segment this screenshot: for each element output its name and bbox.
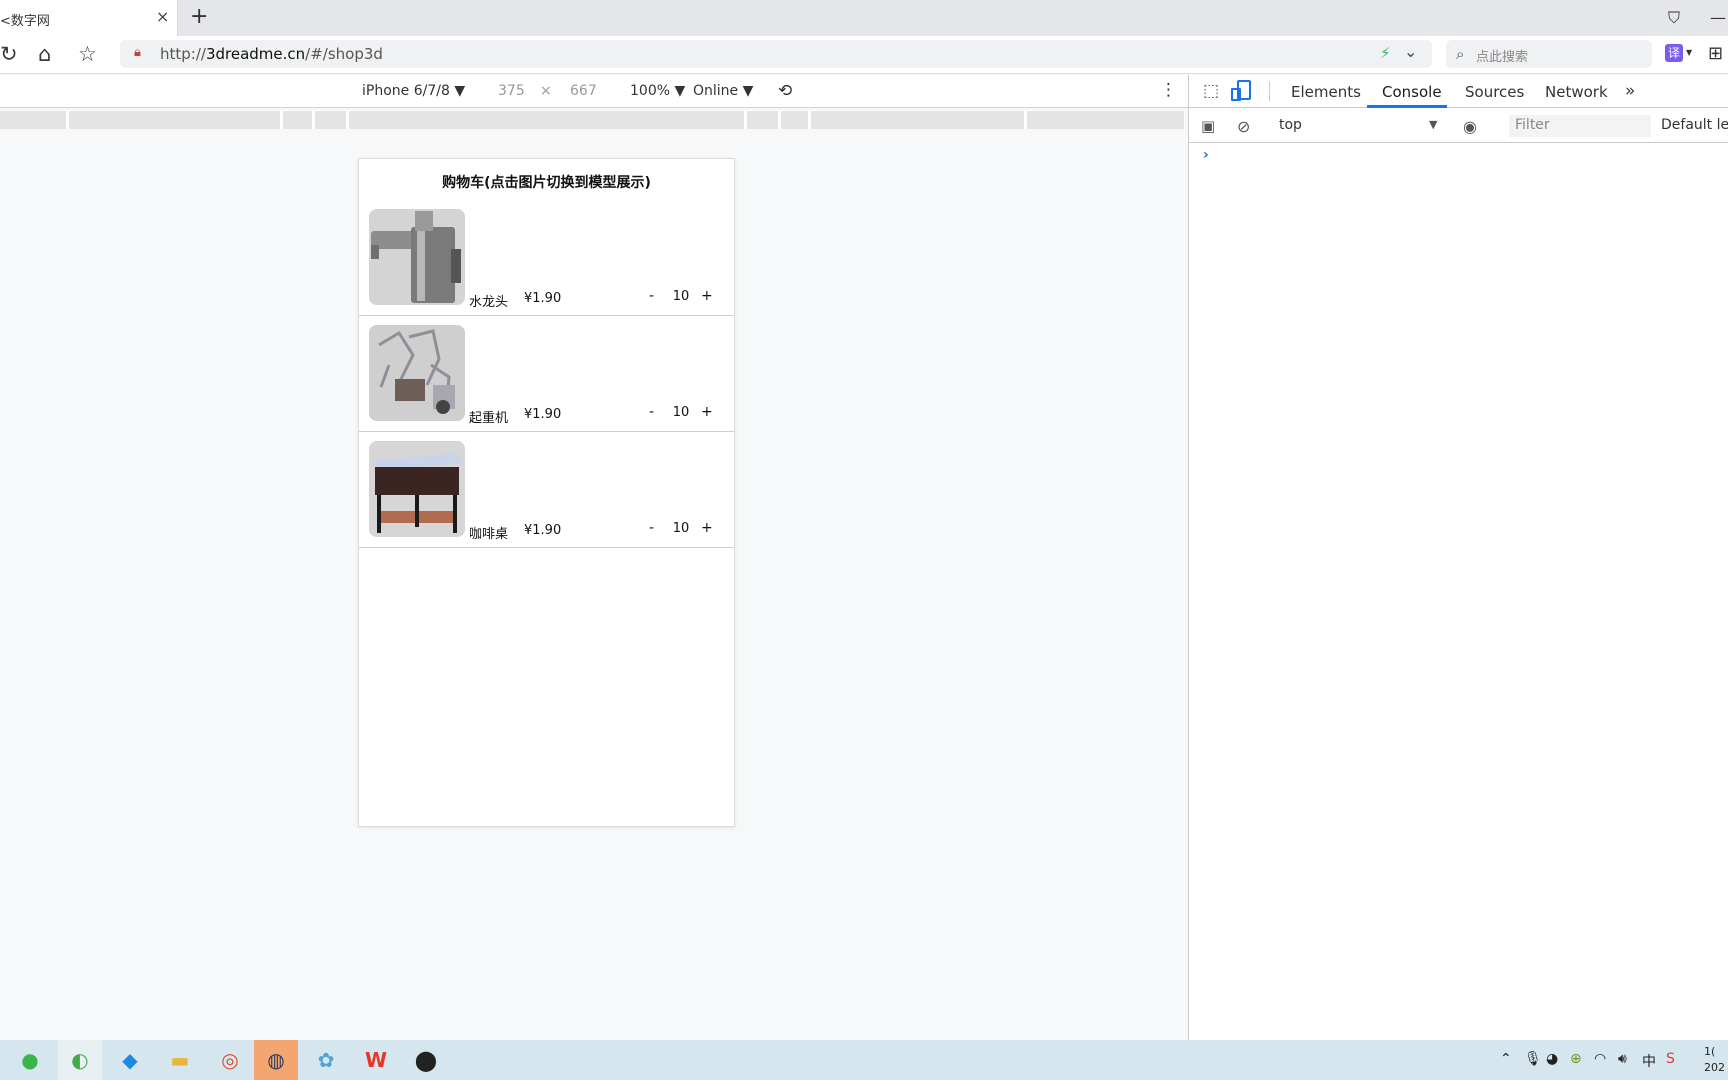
item-price: ¥1.90 xyxy=(524,291,562,306)
clock[interactable]: 1( 202 xyxy=(1704,1044,1725,1076)
apps-grid-icon[interactable]: ⊞ xyxy=(1708,43,1723,64)
quantity-value: 10 xyxy=(672,521,690,536)
inspect-element-icon[interactable]: ⬚ xyxy=(1203,81,1219,101)
filter-input[interactable]: Filter xyxy=(1509,115,1651,137)
tab-sources[interactable]: Sources xyxy=(1465,83,1524,101)
insecure-icon[interactable]: 🔒︎ xyxy=(134,45,141,60)
item-price: ¥1.90 xyxy=(524,523,562,538)
context-caret-icon[interactable]: ▼ xyxy=(1429,118,1437,131)
caret-down-icon[interactable]: ▼ xyxy=(1686,48,1692,57)
decrease-quantity-button[interactable]: - xyxy=(649,404,654,420)
tab-network[interactable]: Network xyxy=(1545,83,1608,101)
increase-quantity-button[interactable]: + xyxy=(701,520,713,536)
device-viewport: 购物车(点击图片切换到模型展示) 水龙头 ¥1.90 - 10 + 起重机 ¥1… xyxy=(358,158,735,827)
folder-icon[interactable]: ▬ xyxy=(158,1040,202,1080)
clear-console-icon[interactable]: ⊘ xyxy=(1237,117,1250,136)
devtools-tabbar: ⬚ Elements Console Sources Network » xyxy=(1189,75,1728,108)
navigation-bar: ↻ ⌂ ☆ 🔒︎ http://3dreadme.cn/#/shop3d ⚡ ⌄… xyxy=(0,36,1728,74)
more-tabs-icon[interactable]: » xyxy=(1625,81,1635,101)
star-icon[interactable]: ☆ xyxy=(78,42,97,66)
chevron-down-icon[interactable]: ⌄ xyxy=(1404,42,1417,61)
microphone-icon[interactable]: 🎙︎ xyxy=(1524,1051,1542,1067)
qq-icon[interactable]: ◕ xyxy=(1546,1051,1558,1067)
snail-app-icon[interactable]: ◎ xyxy=(208,1040,252,1080)
dimension-separator: × xyxy=(540,83,552,99)
coffee-table-image[interactable] xyxy=(369,441,465,537)
divider xyxy=(1269,81,1270,101)
recorder-icon[interactable]: ⬤ xyxy=(404,1040,448,1080)
home-icon[interactable]: ⌂ xyxy=(38,42,51,66)
close-tab-icon[interactable]: × xyxy=(156,7,169,26)
item-name: 咖啡桌 xyxy=(469,527,509,542)
shirt-icon[interactable]: ⛉ xyxy=(1668,8,1680,28)
increase-quantity-button[interactable]: + xyxy=(701,288,713,304)
sogou-icon[interactable]: S xyxy=(1666,1051,1675,1067)
quantity-value: 10 xyxy=(672,289,690,304)
cart-item: 起重机 ¥1.90 - 10 + xyxy=(359,316,734,432)
filter-placeholder: Filter xyxy=(1515,117,1550,133)
decrease-quantity-button[interactable]: - xyxy=(649,520,654,536)
reload-icon[interactable]: ↻ xyxy=(0,42,18,66)
wifi-icon[interactable]: ◠ xyxy=(1594,1051,1606,1067)
media-query-ruler[interactable] xyxy=(0,111,1184,129)
clock-date: 202 xyxy=(1704,1061,1725,1074)
item-name: 水龙头 xyxy=(469,295,509,310)
url-text[interactable]: http://3dreadme.cn/#/shop3d xyxy=(160,45,383,63)
network-select[interactable]: Online ▼ xyxy=(693,83,753,99)
device-toggle-icon[interactable] xyxy=(1231,80,1251,101)
active-app-icon[interactable]: ◍ xyxy=(254,1040,298,1080)
device-select[interactable]: iPhone 6/7/8 ▼ xyxy=(362,83,465,99)
browser-tab[interactable]: <数字网 × xyxy=(0,0,178,36)
item-price: ¥1.90 xyxy=(524,407,562,422)
tab-console[interactable]: Console xyxy=(1382,83,1442,101)
viewport-height[interactable]: 667 xyxy=(570,83,597,99)
browser-app-icon[interactable]: ◐ xyxy=(58,1040,102,1080)
minimize-icon[interactable]: — xyxy=(1710,8,1726,27)
devtools-panel: ⬚ Elements Console Sources Network » ▣ ⊘… xyxy=(1188,75,1728,1040)
tab-title: <数字网 xyxy=(0,14,50,29)
faucet-image[interactable] xyxy=(369,209,465,305)
quantity-value: 10 xyxy=(672,405,690,420)
device-toolbar: iPhone 6/7/8 ▼ 375 × 667 100% ▼ Online ▼… xyxy=(0,75,1188,108)
active-tab-indicator xyxy=(1367,105,1447,108)
search-box[interactable]: ⌕ 点此搜索 xyxy=(1446,40,1652,68)
lightning-icon[interactable]: ⚡ xyxy=(1380,44,1391,62)
cart-item: 水龙头 ¥1.90 - 10 + xyxy=(359,200,734,316)
increase-quantity-button[interactable]: + xyxy=(701,404,713,420)
cart-title: 购物车(点击图片切换到模型展示) xyxy=(442,175,651,191)
eye-icon[interactable]: ◉ xyxy=(1463,117,1477,136)
translate-icon[interactable]: 译 xyxy=(1665,44,1683,62)
tab-strip: <数字网 × + ⛉ — xyxy=(0,0,1728,36)
rotate-icon[interactable]: ⟲ xyxy=(778,81,792,101)
console-prompt[interactable]: › xyxy=(1203,147,1209,163)
tray-app-icon[interactable]: ⊕ xyxy=(1570,1051,1582,1067)
new-tab-button[interactable]: + xyxy=(190,4,208,29)
vscode-icon[interactable]: ◆ xyxy=(108,1040,152,1080)
cart-item: 咖啡桌 ¥1.90 - 10 + xyxy=(359,432,734,548)
tray-expand-icon[interactable]: ⌃ xyxy=(1500,1051,1512,1067)
wechat-icon[interactable]: ● xyxy=(8,1040,52,1080)
ime-indicator[interactable]: 中 xyxy=(1642,1051,1656,1071)
item-name: 起重机 xyxy=(469,411,509,426)
cloud-app-icon[interactable]: ✿ xyxy=(304,1040,348,1080)
decrease-quantity-button[interactable]: - xyxy=(649,288,654,304)
tab-elements[interactable]: Elements xyxy=(1291,83,1361,101)
volume-icon[interactable]: 🔊︎ xyxy=(1618,1051,1627,1067)
log-levels-select[interactable]: Default lev xyxy=(1661,117,1728,133)
search-placeholder: 点此搜索 xyxy=(1476,50,1529,65)
more-options-icon[interactable]: ⋮ xyxy=(1160,80,1177,100)
address-bar[interactable]: 🔒︎ http://3dreadme.cn/#/shop3d ⚡ ⌄ xyxy=(120,40,1432,68)
context-select[interactable]: top xyxy=(1279,117,1429,133)
search-icon: ⌕ xyxy=(1456,45,1465,63)
wps-icon[interactable]: W xyxy=(354,1040,398,1080)
sidebar-toggle-icon[interactable]: ▣ xyxy=(1201,117,1215,135)
taskbar: ● ◐ ◆ ▬ ◎ ◍ ✿ W ⬤ ⌃ 🎙︎ ◕ ⊕ ◠ 🔊︎ 中 S 1( 2… xyxy=(0,1040,1728,1080)
clock-time: 1( xyxy=(1704,1045,1716,1058)
viewport-width[interactable]: 375 xyxy=(498,83,525,99)
crane-image[interactable] xyxy=(369,325,465,421)
zoom-select[interactable]: 100% ▼ xyxy=(630,83,685,99)
console-toolbar: ▣ ⊘ top ▼ ◉ Filter Default lev xyxy=(1189,109,1728,143)
